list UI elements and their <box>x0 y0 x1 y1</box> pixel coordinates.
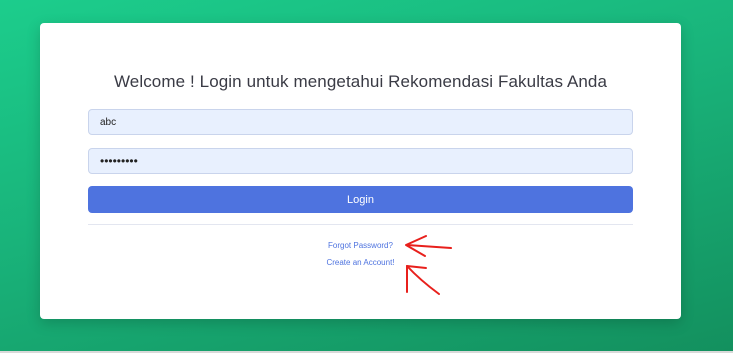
login-card: Welcome ! Login untuk mengetahui Rekomen… <box>40 23 681 319</box>
username-input[interactable] <box>88 109 633 135</box>
divider <box>88 224 633 225</box>
forgot-password-link[interactable]: Forgot Password? <box>40 241 681 250</box>
password-input[interactable] <box>88 148 633 174</box>
page-title: Welcome ! Login untuk mengetahui Rekomen… <box>113 72 608 91</box>
login-button[interactable]: Login <box>88 186 633 213</box>
create-account-link[interactable]: Create an Account! <box>40 258 681 267</box>
